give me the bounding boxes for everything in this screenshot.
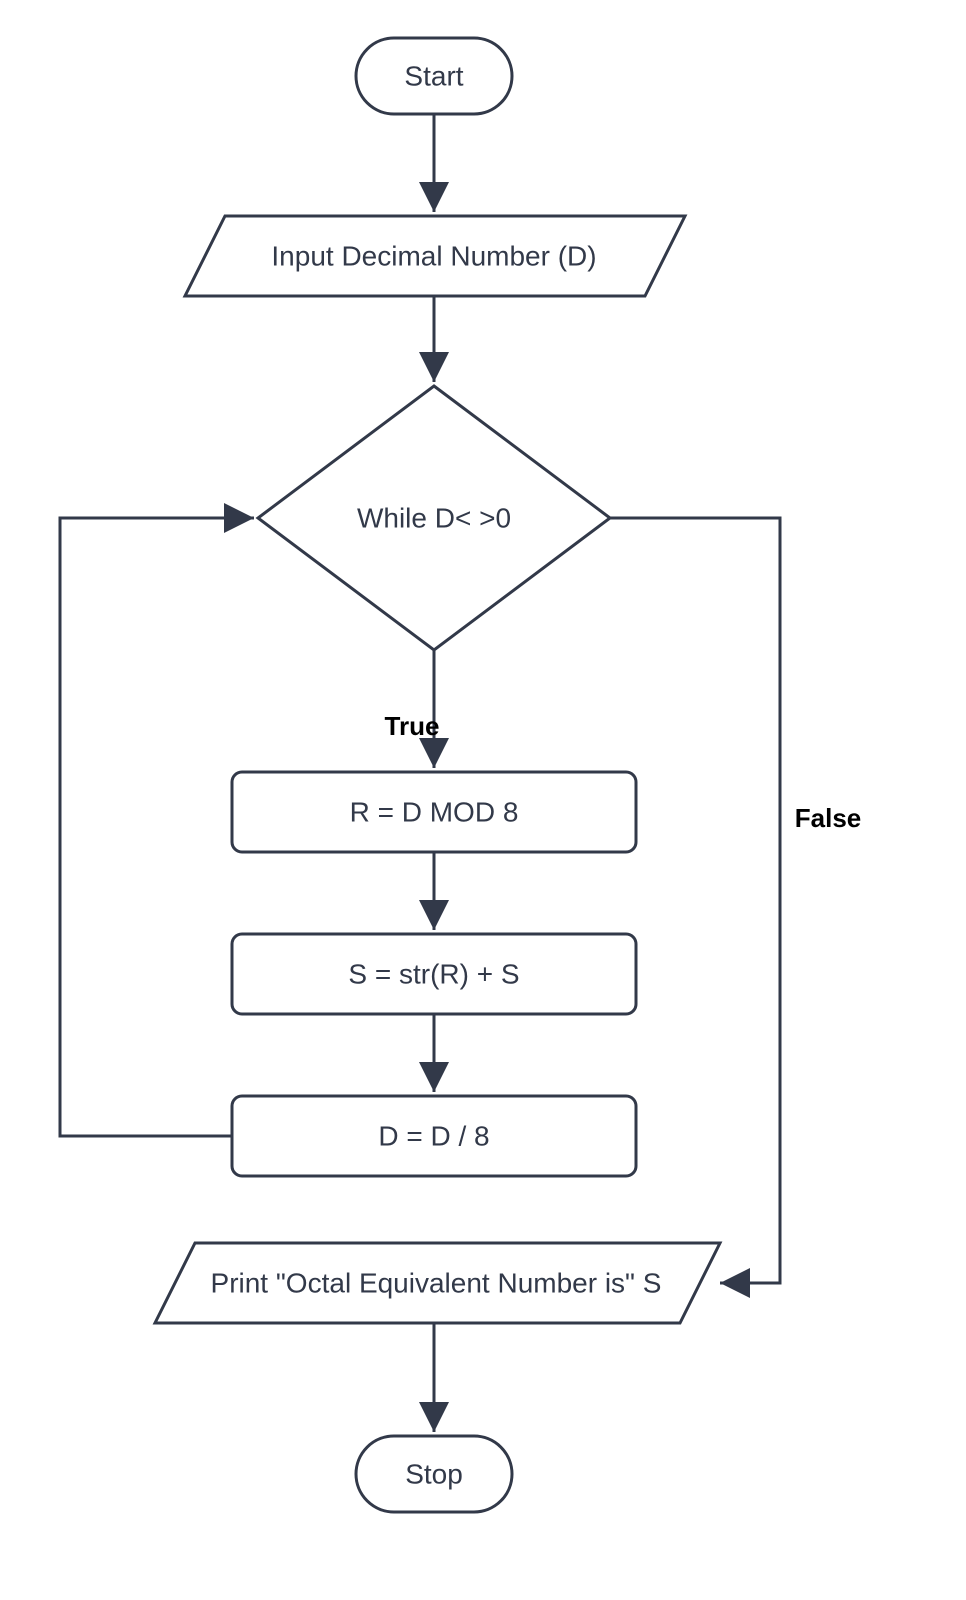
process2-node: S = str(R) + S [232,934,636,1014]
input-label: Input Decimal Number (D) [271,240,596,271]
edge-loop-back [60,518,254,1136]
decision-node: While D< >0 [258,386,610,650]
output-label: Print "Octal Equivalent Number is" S [211,1267,662,1298]
start-node: Start [356,38,512,114]
true-label: True [385,711,440,741]
output-node: Print "Octal Equivalent Number is" S [155,1243,720,1323]
process3-label: D = D / 8 [378,1120,489,1151]
start-label: Start [404,60,463,91]
false-label: False [795,803,862,833]
decision-label: While D< >0 [357,502,511,533]
input-node: Input Decimal Number (D) [185,216,685,296]
stop-node: Stop [356,1436,512,1512]
process1-label: R = D MOD 8 [350,796,519,827]
process3-node: D = D / 8 [232,1096,636,1176]
process2-label: S = str(R) + S [348,958,519,989]
process1-node: R = D MOD 8 [232,772,636,852]
stop-label: Stop [405,1458,463,1489]
